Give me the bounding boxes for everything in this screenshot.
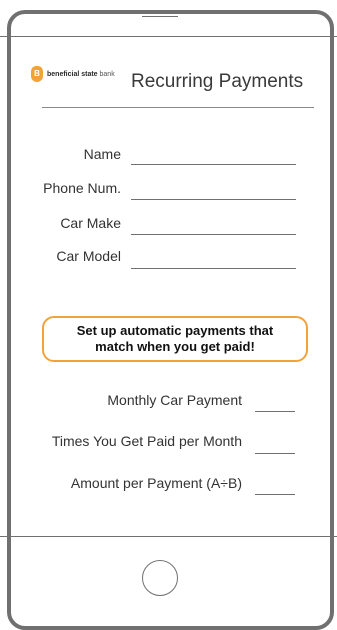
acorn-logo-icon: B: [31, 66, 43, 82]
callout-line-1: Set up automatic payments that: [76, 323, 274, 338]
monthly-payment-label: Monthly Car Payment: [107, 392, 242, 408]
callout-banner: Set up automatic payments that match whe…: [42, 316, 308, 362]
name-field[interactable]: [131, 164, 296, 165]
amount-per-payment-field[interactable]: [255, 494, 295, 495]
bottom-divider: [0, 536, 337, 537]
phone-label: Phone Num.: [43, 180, 121, 196]
monthly-payment-field[interactable]: [255, 411, 295, 412]
phone-field[interactable]: [131, 199, 296, 200]
brand-logo: B beneficial state bank: [31, 66, 115, 82]
name-label: Name: [83, 146, 121, 162]
amount-per-payment-label: Amount per Payment (A÷B): [70, 475, 242, 491]
paid-per-month-label: Times You Get Paid per Month: [51, 433, 242, 449]
header-divider: [42, 107, 314, 108]
car-model-field[interactable]: [131, 268, 296, 269]
top-divider: [0, 36, 337, 37]
page-title: Recurring Payments: [131, 71, 304, 92]
car-model-label: Car Model: [56, 248, 121, 264]
paid-per-month-field[interactable]: [255, 453, 295, 454]
callout-line-2: match when you get paid!: [95, 339, 255, 354]
car-make-field[interactable]: [131, 234, 296, 235]
speaker-icon: [142, 16, 178, 17]
car-make-label: Car Make: [60, 215, 121, 231]
brand-name-bold: beneficial state: [47, 70, 98, 78]
home-button-icon[interactable]: [142, 560, 178, 596]
brand-name-rest: bank: [97, 70, 115, 78]
brand-name: beneficial state bank: [47, 71, 115, 78]
